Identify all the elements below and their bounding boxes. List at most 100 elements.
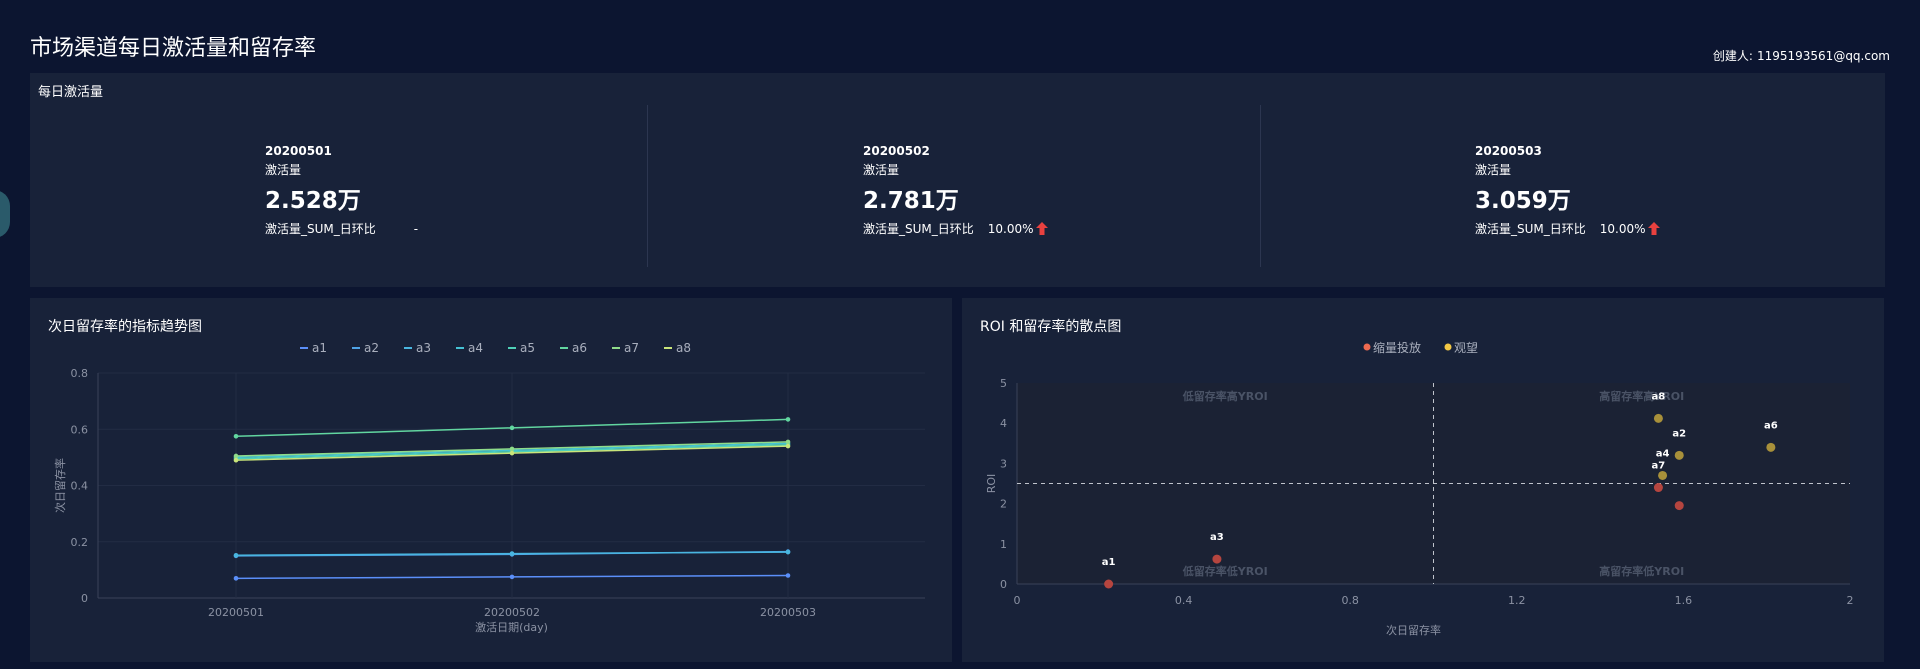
legend-label-a6: a6 (572, 341, 587, 355)
kpi-card: 20200501 激活量 2.528万 激活量_SUM_日环比 - (265, 144, 505, 237)
scatter-point[interactable] (1658, 470, 1668, 480)
roi-scatter-panel: ROI 和留存率的散点图 0 1 2 3 4 5 0 0.4 0.8 1.2 1.6 2 次日留存率 RO… (962, 298, 1884, 662)
data-point-a1[interactable] (509, 574, 515, 580)
creator-info: 创建人: 1195193561@qq.com (1709, 47, 1890, 64)
kpi-ratio-value: - (413, 221, 419, 236)
arrow-up-icon (1647, 222, 1660, 235)
legend-label-a8: a8 (676, 341, 691, 355)
data-point-a6[interactable] (233, 433, 239, 439)
x-tick-label: 0.4 (1175, 594, 1193, 607)
legend-marker-1[interactable] (1444, 343, 1452, 351)
point-label: a2 (1672, 428, 1686, 439)
scatter-point[interactable] (1104, 579, 1114, 589)
kpi-metric-label: 激活量 (1475, 163, 1512, 177)
scatter-point[interactable] (1653, 413, 1663, 423)
data-point-a3[interactable] (509, 551, 515, 556)
kpi-divider (647, 105, 648, 267)
data-point-a8[interactable] (509, 450, 515, 456)
y-axis-title: 次日留存率 (53, 458, 67, 513)
y-tick-label: 3 (1000, 457, 1007, 470)
kpi-value: 3.059万 (1475, 188, 1571, 214)
y-tick-label: 1 (1000, 538, 1007, 551)
kpi-ratio-value: 10.00% (1599, 221, 1646, 236)
kpi-ratio-row: 激活量_SUM_日环比 10.00% (1475, 220, 1715, 237)
side-panel-toggle[interactable] (0, 190, 10, 238)
point-label: a1 (1102, 557, 1116, 568)
kpi-metric-label: 激活量 (863, 163, 900, 177)
kpi-card: 20200502 激活量 2.781万 激活量_SUM_日环比 10.00% (863, 144, 1103, 237)
legend-label-1: 观望 (1454, 341, 1478, 355)
x-tick-label: 2 (1847, 594, 1854, 607)
scatter-point[interactable] (1674, 450, 1684, 460)
retention-trend-chart[interactable]: 0 0.2 0.4 0.6 0.8 20200501 20200502 20200503 激活日… (30, 298, 952, 662)
data-point-a8[interactable] (785, 443, 791, 449)
data-point-a1[interactable] (233, 576, 239, 581)
y-tick-label: 2 (1000, 498, 1007, 511)
data-point-a6[interactable] (509, 425, 515, 431)
scatter-point[interactable] (1653, 483, 1663, 493)
y-tick-label: 0.4 (71, 480, 89, 493)
data-point-a7[interactable] (233, 453, 239, 459)
kpi-divider (1260, 105, 1261, 267)
x-tick-label: 20200502 (484, 606, 540, 619)
x-tick-label: 20200501 (208, 606, 264, 619)
legend-marker-0[interactable] (1363, 343, 1371, 351)
data-point-a6[interactable] (785, 417, 791, 422)
kpi-date: 20200503 (1475, 144, 1542, 158)
y-tick-label: 0.6 (71, 423, 89, 436)
legend-label-a4: a4 (468, 341, 483, 355)
y-tick-label: 0.2 (71, 536, 89, 549)
kpi-date: 20200501 (265, 144, 332, 158)
legend-label-a5: a5 (520, 341, 535, 355)
data-point-a8[interactable] (233, 457, 239, 463)
quadrant-label: 低留存率高YROI (1182, 389, 1268, 403)
y-axis-title: ROI (985, 474, 998, 494)
kpi-ratio-label: 激活量_SUM_日环比 (265, 222, 376, 236)
dashboard-title: 市场渠道每日激活量和留存率 (30, 36, 317, 61)
arrow-up-icon (1035, 222, 1048, 235)
y-tick-label: 0.8 (71, 367, 89, 380)
y-tick-label: 5 (1000, 377, 1007, 390)
legend-label-a3: a3 (416, 341, 431, 355)
retention-trend-panel: 次日留存率的指标趋势图 0 0.2 0.4 0.6 0.8 20200501 2020050… (30, 298, 952, 662)
quadrant-label: 高留存率低YROI (1599, 564, 1684, 578)
kpi-ratio-row: 激活量_SUM_日环比 - (265, 220, 505, 237)
x-tick-label: 1.2 (1508, 594, 1526, 607)
quadrant-label: 高留存率高YROI (1599, 389, 1684, 403)
data-point-a1[interactable] (785, 573, 791, 578)
kpi-ratio-label: 激活量_SUM_日环比 (1475, 222, 1586, 236)
kpi-ratio-value: 10.00% (987, 221, 1034, 236)
legend-label-a1: a1 (312, 341, 327, 355)
scatter-point[interactable] (1766, 442, 1776, 452)
data-point-a3[interactable] (233, 552, 239, 558)
roi-scatter-chart[interactable]: 0 1 2 3 4 5 0 0.4 0.8 1.2 1.6 2 次日留存率 ROI 低留存率高YROI 高留存… (962, 298, 1884, 662)
scatter-point[interactable] (1212, 554, 1222, 564)
y-tick-label: 0 (81, 592, 88, 605)
scatter-point[interactable] (1674, 501, 1684, 511)
panel-title: 每日激活量 (38, 85, 104, 100)
kpi-ratio-row: 激活量_SUM_日环比 10.00% (863, 220, 1103, 237)
x-tick-label: 1.6 (1675, 594, 1693, 607)
x-tick-label: 0.8 (1341, 594, 1359, 607)
legend-label-0: 缩量投放 (1373, 340, 1421, 355)
creator-email[interactable]: 1195193561@qq.com (1757, 49, 1890, 63)
data-point-a3[interactable] (785, 549, 791, 555)
y-tick-label: 4 (1000, 417, 1007, 430)
y-tick-label: 0 (1000, 578, 1007, 591)
kpi-card: 20200503 激活量 3.059万 激活量_SUM_日环比 10.00% (1475, 144, 1715, 237)
x-tick-label: 0 (1014, 594, 1021, 607)
data-point-a7[interactable] (509, 446, 515, 452)
daily-activation-panel: 每日激活量 20200501 激活量 2.528万 激活量_SUM_日环比 - … (30, 73, 1885, 287)
point-label: a8 (1652, 391, 1666, 402)
quadrant-label: 低留存率低YROI (1182, 564, 1268, 578)
kpi-ratio-label: 激活量_SUM_日环比 (863, 222, 974, 236)
x-tick-label: 20200503 (760, 606, 816, 619)
kpi-date: 20200502 (863, 144, 930, 158)
kpi-metric-label: 激活量 (265, 163, 302, 177)
point-label: a7 (1652, 461, 1666, 472)
data-point-a7[interactable] (785, 439, 791, 445)
kpi-value: 2.528万 (265, 188, 361, 214)
x-axis-title: 激活日期(day) (475, 620, 548, 634)
point-label: a3 (1210, 532, 1224, 543)
legend-label-a2: a2 (364, 341, 379, 355)
